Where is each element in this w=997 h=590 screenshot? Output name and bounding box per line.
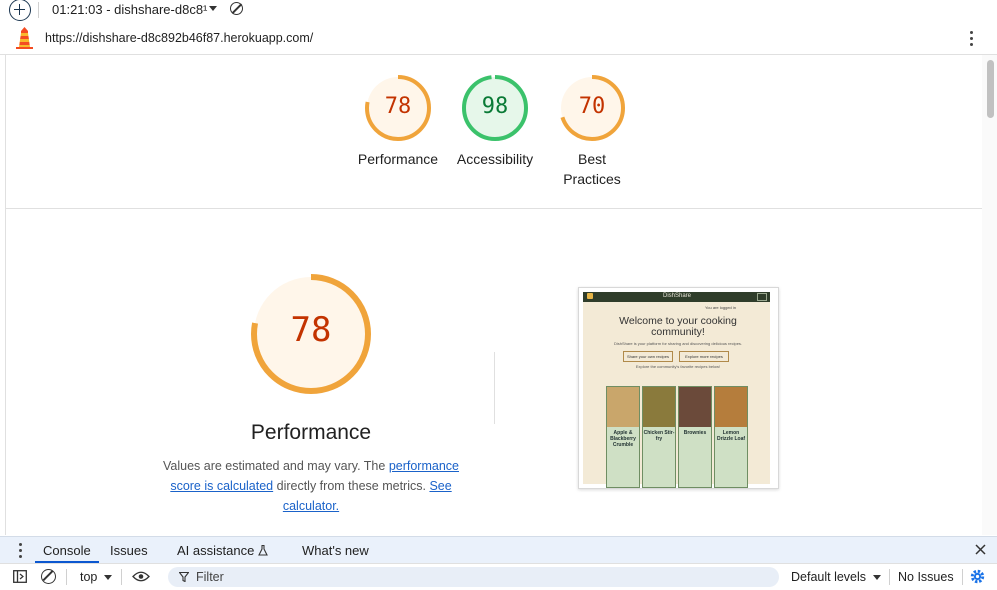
context-selector[interactable]: top	[80, 570, 97, 584]
thumb-app-name: DishShare	[663, 293, 692, 299]
more-options-icon[interactable]	[970, 31, 973, 49]
report-selector[interactable]: 01:21:03 - dishshare-d8c8¹	[52, 2, 207, 17]
console-toolbar: top Filter Default levels No Issues	[0, 563, 997, 590]
final-screenshot[interactable]: DishShare You are logged in Welcome to y…	[578, 287, 779, 489]
gear-icon[interactable]	[970, 569, 985, 584]
tab-ai-assistance[interactable]: AI assistance	[177, 543, 254, 558]
devtools-toolbar: 01:21:03 - dishshare-d8c8¹	[0, 0, 997, 22]
sidebar-toggle-icon[interactable]	[13, 570, 27, 583]
chevron-down-icon[interactable]	[104, 575, 112, 580]
tab-issues[interactable]: Issues	[110, 543, 148, 558]
experiment-flask-icon	[258, 545, 268, 556]
tab-whats-new[interactable]: What's new	[302, 543, 369, 558]
chevron-down-icon[interactable]	[209, 6, 217, 11]
performance-score-small: 78	[384, 94, 412, 119]
performance-heading: Performance	[250, 421, 372, 444]
clear-icon[interactable]	[230, 2, 243, 15]
scrollbar-thumb[interactable]	[987, 60, 994, 118]
eye-icon[interactable]	[132, 571, 150, 582]
thumb-share-button: Share your own recipes	[623, 351, 673, 362]
toolbar-divider	[889, 569, 890, 585]
drawer-tabbar: Console Issues AI assistance What's new	[0, 536, 997, 564]
performance-label-small: Performance	[357, 151, 439, 167]
new-recording-icon[interactable]	[9, 0, 31, 21]
thumb-recipe-card: Brownies	[678, 386, 712, 488]
section-divider	[6, 208, 982, 209]
lighthouse-report: 78 Performance 98 Accessibility 70 Best P…	[5, 55, 983, 535]
thumb-logo-icon	[587, 293, 593, 299]
accessibility-score: 98	[481, 94, 509, 119]
chevron-down-icon[interactable]	[873, 575, 881, 580]
best-practices-score: 70	[578, 94, 606, 119]
thumb-navbar: DishShare	[583, 292, 770, 302]
accessibility-label: Accessibility	[456, 151, 534, 167]
report-scrollbar[interactable]	[982, 55, 997, 535]
drawer-menu-icon[interactable]	[19, 543, 22, 561]
thumb-logged-in: You are logged in	[705, 305, 736, 310]
thumb-recipe-card: Chicken Stir-fry	[642, 386, 676, 488]
thumb-heading: Welcome to your cooking community!	[619, 315, 737, 338]
log-levels-dropdown[interactable]: Default levels	[791, 570, 866, 584]
issues-counter[interactable]: No Issues	[898, 570, 954, 584]
lighthouse-icon	[16, 27, 33, 49]
thumb-menu-icon	[757, 293, 767, 301]
filter-placeholder: Filter	[196, 570, 224, 584]
filter-icon	[179, 572, 189, 582]
thumb-tagline: DishShare is your platform for sharing a…	[613, 341, 743, 346]
thumb-explore-button: Explore more recipes	[679, 351, 729, 362]
thumb-favorites: Explore the community's favorite recipes…	[635, 364, 721, 369]
performance-score-large: 78	[290, 310, 332, 350]
toolbar-divider	[66, 569, 67, 585]
toolbar-divider	[121, 569, 122, 585]
performance-description: Values are estimated and may vary. The p…	[163, 459, 459, 513]
best-practices-label: Best Practices	[563, 151, 621, 187]
thumb-recipe-card: Lemon Drizzle Loaf	[714, 386, 748, 488]
report-url-bar: https://dishshare-d8c892b46f87.herokuapp…	[0, 24, 997, 55]
thumb-recipe-card: Apple & Blackberry Crumble	[606, 386, 640, 488]
tab-console[interactable]: Console	[43, 543, 91, 558]
close-icon[interactable]	[975, 544, 986, 555]
clear-console-icon[interactable]	[41, 569, 56, 584]
toolbar-divider	[38, 2, 39, 18]
report-url: https://dishshare-d8c892b46f87.herokuapp…	[45, 31, 314, 45]
filter-input[interactable]: Filter	[168, 567, 779, 587]
vertical-divider	[494, 352, 495, 424]
toolbar-divider	[962, 569, 963, 585]
